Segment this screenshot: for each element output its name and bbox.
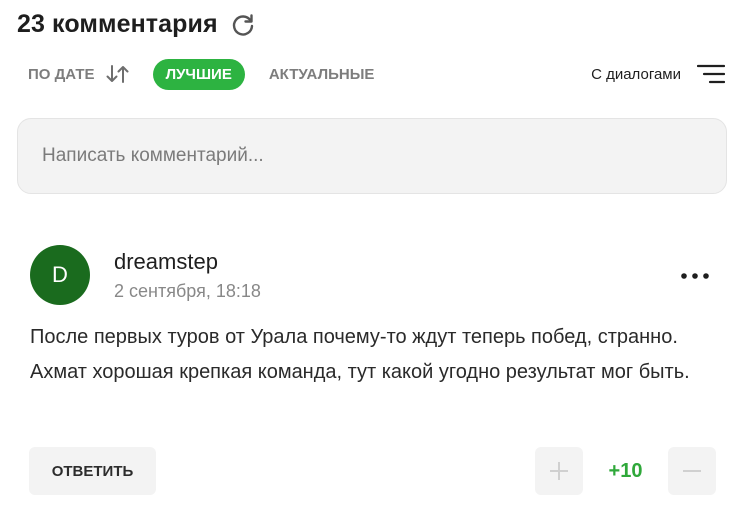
comment-input-placeholder: Написать комментарий... bbox=[42, 145, 264, 166]
reply-button[interactable]: ОТВЕТИТЬ bbox=[29, 447, 156, 495]
sort-arrows-icon bbox=[105, 64, 131, 84]
menu-lines-icon bbox=[697, 63, 725, 85]
comments-header: 23 комментария bbox=[17, 10, 256, 39]
dialogs-label: С диалогами bbox=[591, 65, 681, 83]
comment-author[interactable]: dreamstep bbox=[114, 249, 218, 275]
sort-actual-tab[interactable]: АКТУАЛЬНЫЕ bbox=[269, 66, 375, 83]
comment-input[interactable]: Написать комментарий... bbox=[17, 118, 727, 194]
sort-best-tab[interactable]: ЛУЧШИЕ bbox=[152, 58, 245, 90]
dialogs-toggle[interactable]: С диалогами bbox=[591, 58, 725, 90]
sort-by-date-label: ПО ДАТЕ bbox=[28, 65, 95, 83]
comment-text: После первых туров от Урала почему-то жд… bbox=[30, 326, 690, 383]
minus-icon bbox=[683, 470, 701, 472]
avatar[interactable]: D bbox=[30, 245, 90, 305]
comment-timestamp: 2 сентября, 18:18 bbox=[114, 281, 261, 301]
vote-up-button[interactable] bbox=[535, 447, 583, 495]
vote-score: +10 bbox=[608, 459, 643, 482]
sort-bar: ПО ДАТЕ ЛУЧШИЕ АКТУАЛЬНЫЕ С диалогами bbox=[28, 58, 730, 90]
sort-by-date[interactable]: ПО ДАТЕ bbox=[28, 64, 131, 84]
more-dots-icon[interactable] bbox=[680, 270, 710, 282]
vote-down-button[interactable] bbox=[668, 447, 716, 495]
comments-count-title: 23 комментария bbox=[17, 10, 218, 38]
refresh-icon[interactable] bbox=[230, 12, 256, 38]
plus-icon bbox=[550, 462, 568, 480]
